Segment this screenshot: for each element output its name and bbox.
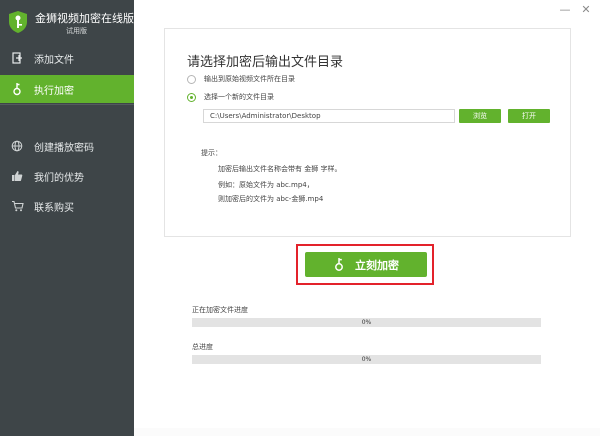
current-progress-text: 0% xyxy=(361,319,372,326)
tip-line: 加密后输出文件名称会带有 金狮 字样。 xyxy=(218,165,342,173)
total-progress-bar: 0% xyxy=(192,355,541,364)
sidebar-item-encrypt[interactable]: 执行加密 xyxy=(0,75,134,103)
output-path-input[interactable] xyxy=(203,109,455,123)
output-directory-panel: 请选择加密后输出文件目录 输出到原始视频文件所在目录 选择一个新的文件目录 浏览… xyxy=(164,28,571,237)
sidebar-item-advantages[interactable]: 我们的优势 xyxy=(0,162,134,190)
add-file-icon xyxy=(0,52,34,64)
sidebar-item-create-password[interactable]: 创建播放密码 xyxy=(0,132,134,160)
brand: 金狮视频加密在线版 试用版 xyxy=(8,8,134,40)
encrypt-now-label: 立刻加密 xyxy=(355,258,399,272)
tip-line: 例如：原始文件为 abc.mp4， xyxy=(218,181,314,189)
sidebar-item-label: 添加文件 xyxy=(34,54,74,66)
sidebar-item-label: 联系购买 xyxy=(34,202,74,214)
total-progress-text: 0% xyxy=(361,356,372,363)
thumbs-up-icon xyxy=(0,170,34,182)
total-progress-label: 总进度 xyxy=(192,343,213,351)
encrypt-key-icon xyxy=(0,82,34,96)
sidebar-item-purchase[interactable]: 联系购买 xyxy=(0,192,134,220)
tip-line: 则加密后的文件为 abc-金狮.mp4 xyxy=(218,195,324,203)
radio-circle[interactable] xyxy=(187,74,196,84)
sidebar-item-label: 我们的优势 xyxy=(34,172,84,184)
cart-icon xyxy=(0,200,34,212)
current-progress-label: 正在加密文件进度 xyxy=(192,306,248,314)
browse-button[interactable]: 浏览 xyxy=(459,109,501,123)
close-button[interactable]: ✕ xyxy=(579,3,593,16)
panel-title: 请选择加密后输出文件目录 xyxy=(187,55,344,70)
radio-original-dir[interactable]: 输出到原始视频文件所在目录 xyxy=(187,74,295,84)
shield-logo-icon xyxy=(9,11,27,33)
sidebar-item-label: 创建播放密码 xyxy=(34,142,94,154)
footer-strip xyxy=(134,428,600,436)
open-button[interactable]: 打开 xyxy=(508,109,550,123)
app-edition: 试用版 xyxy=(66,27,87,35)
tips-label: 提示： xyxy=(201,149,222,157)
radio-new-dir[interactable]: 选择一个新的文件目录 xyxy=(187,92,274,102)
encrypt-now-button[interactable]: 立刻加密 xyxy=(305,252,427,277)
sidebar-divider xyxy=(0,104,134,105)
current-progress-bar: 0% xyxy=(192,318,541,327)
sidebar-item-add-file[interactable]: 添加文件 xyxy=(0,44,134,72)
sidebar: 金狮视频加密在线版 试用版 添加文件 执行加密 创建播放密码 我们的优势 联系购… xyxy=(0,0,134,436)
sidebar-item-label: 执行加密 xyxy=(34,85,74,97)
globe-icon xyxy=(0,140,34,152)
minimize-button[interactable]: — xyxy=(558,3,572,16)
radio-label: 选择一个新的文件目录 xyxy=(204,93,274,101)
encrypt-key-icon xyxy=(335,258,343,271)
radio-label: 输出到原始视频文件所在目录 xyxy=(204,75,295,83)
app-title: 金狮视频加密在线版 xyxy=(35,12,134,25)
radio-circle-checked[interactable] xyxy=(187,92,196,102)
